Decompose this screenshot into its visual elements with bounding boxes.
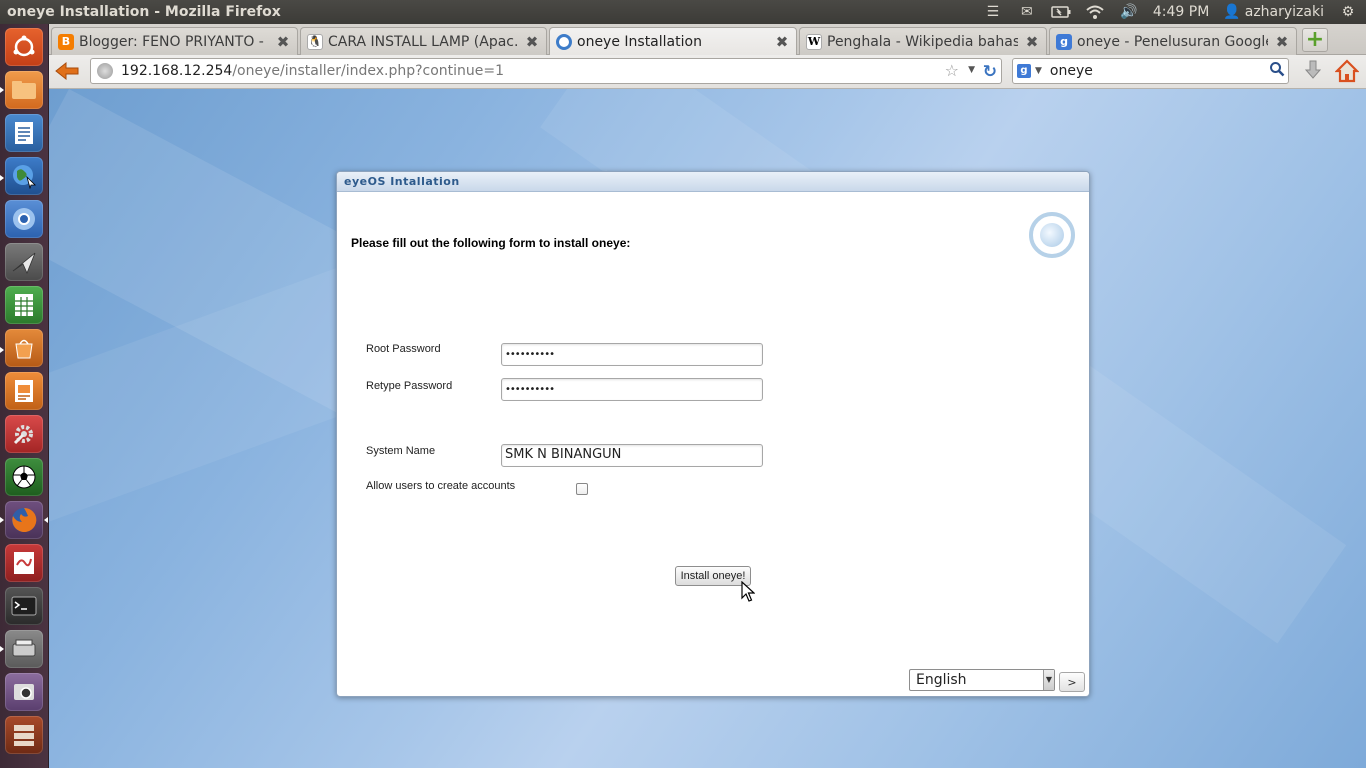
back-button[interactable] [53, 59, 81, 83]
url-bar[interactable]: 192.168.12.254/oneye/installer/index.php… [90, 58, 1002, 84]
language-value: English [916, 672, 967, 688]
close-icon[interactable]: ✖ [1024, 33, 1040, 51]
root-password-label: Root Password [366, 343, 441, 355]
oneye-logo-icon [1029, 212, 1075, 258]
google-icon: g [1056, 33, 1072, 50]
running-indicator [0, 646, 4, 652]
search-icon[interactable] [1266, 61, 1288, 81]
mouse-cursor-icon [741, 581, 755, 602]
wifi-icon[interactable] [1085, 3, 1105, 21]
dialog-title: eyeOS Intallation [337, 172, 1089, 192]
installer-dialog: eyeOS Intallation Please fill out the fo… [336, 171, 1090, 697]
wikipedia-icon: W [806, 33, 822, 50]
tux-icon: 🐧 [307, 33, 323, 50]
page-content: eyeOS Intallation Please fill out the fo… [49, 89, 1366, 768]
tab-title: Blogger: FENO PRIYANTO - ... [79, 33, 269, 50]
tab-title: oneye Installation [577, 34, 702, 50]
scanner-icon[interactable] [5, 630, 43, 668]
browser-globe-icon[interactable] [5, 157, 43, 195]
user-name: azharyizaki [1244, 4, 1324, 20]
evince-icon[interactable] [5, 544, 43, 582]
running-indicator [0, 347, 4, 353]
reload-icon[interactable]: ↻ [983, 62, 997, 82]
tab-lamp[interactable]: 🐧 CARA INSTALL LAMP (Apac... ✖ [300, 27, 547, 55]
tab-blogger[interactable]: B Blogger: FENO PRIYANTO - ... ✖ [51, 27, 298, 55]
close-icon[interactable]: ✖ [774, 33, 790, 51]
search-input[interactable]: oneye [1050, 63, 1266, 79]
volume-icon[interactable]: 🔊 [1119, 3, 1139, 21]
language-select[interactable]: English ▼ [909, 669, 1055, 691]
libreoffice-impress-icon[interactable] [5, 372, 43, 410]
back-arrow-icon [55, 61, 79, 81]
allow-accounts-checkbox[interactable] [576, 483, 588, 495]
launcher [0, 24, 49, 768]
active-indicator [44, 517, 48, 523]
menu-icon[interactable]: ☰ [983, 3, 1003, 21]
url-path: /oneye/installer/index.php?continue=1 [232, 63, 505, 79]
new-tab-button[interactable]: + [1302, 28, 1328, 52]
running-indicator [0, 87, 4, 93]
close-icon[interactable]: ✖ [1274, 33, 1290, 51]
webcam-icon[interactable] [5, 673, 43, 711]
workspaces-icon[interactable] [5, 716, 43, 754]
running-indicator [0, 175, 4, 181]
firefox-icon[interactable] [5, 501, 43, 539]
chromium-icon[interactable] [5, 200, 43, 238]
soccer-game-icon[interactable] [5, 458, 43, 496]
form-heading: Please fill out the following form to in… [351, 236, 631, 250]
gear-icon[interactable]: ⚙ [1338, 3, 1358, 21]
tab-title: oneye - Penelusuran Google [1077, 33, 1268, 50]
close-icon[interactable]: ✖ [524, 33, 540, 51]
tab-title: Penghala - Wikipedia bahas... [827, 33, 1018, 50]
tab-title: CARA INSTALL LAMP (Apac... [328, 33, 518, 50]
window-title: oneye Installation - Mozilla Firefox [7, 4, 281, 20]
tab-bar: B Blogger: FENO PRIYANTO - ... ✖ 🐧 CARA … [49, 24, 1366, 56]
libreoffice-writer-icon[interactable] [5, 114, 43, 152]
software-center-icon[interactable] [5, 329, 43, 367]
close-icon[interactable]: ✖ [275, 33, 291, 51]
system-name-label: System Name [366, 445, 436, 457]
bookmark-star-icon[interactable]: ☆ [945, 61, 959, 80]
plane-app-icon[interactable] [5, 243, 43, 281]
retype-password-field[interactable]: •••••••••• [501, 378, 763, 401]
battery-icon[interactable] [1051, 3, 1071, 21]
search-bar[interactable]: g ▼ oneye [1012, 58, 1289, 84]
home-icon [1334, 59, 1360, 83]
language-next-button[interactable]: > [1059, 672, 1085, 692]
root-password-field[interactable]: •••••••••• [501, 343, 763, 366]
tab-oneye-installation[interactable]: oneye Installation ✖ [549, 27, 797, 56]
install-button[interactable]: Install oneye! [675, 566, 751, 586]
download-button[interactable] [1301, 59, 1325, 83]
system-name-field[interactable]: SMK N BINANGUN [501, 444, 763, 467]
download-arrow-icon [1304, 60, 1322, 79]
plus-icon: + [1305, 27, 1325, 52]
blogger-icon: B [58, 33, 74, 50]
url-host: 192.168.12.254 [121, 63, 233, 79]
tab-wikipedia[interactable]: W Penghala - Wikipedia bahas... ✖ [799, 27, 1047, 55]
dropdown-arrow-icon: ▼ [1043, 670, 1054, 690]
tab-google[interactable]: g oneye - Penelusuran Google ✖ [1049, 27, 1297, 55]
google-icon[interactable]: g [1017, 64, 1031, 78]
allow-accounts-label: Allow users to create accounts [366, 480, 516, 492]
libreoffice-calc-icon[interactable] [5, 286, 43, 324]
mail-icon[interactable]: ✉ [1017, 3, 1037, 21]
navigation-bar: 192.168.12.254/oneye/installer/index.php… [49, 55, 1366, 89]
files-icon[interactable] [5, 71, 43, 109]
indicator-area: ☰ ✉ 🔊 4:49 PM 👤 azharyizaki ⚙ [983, 0, 1366, 24]
history-dropdown-icon[interactable]: ▼ [968, 65, 975, 75]
user-menu[interactable]: 👤 azharyizaki [1223, 4, 1324, 20]
oneye-icon [556, 34, 572, 50]
terminal-icon[interactable] [5, 587, 43, 625]
retype-password-label: Retype Password [366, 380, 453, 392]
ubuntu-dash-icon[interactable] [5, 28, 43, 66]
user-icon: 👤 [1223, 4, 1241, 20]
system-settings-icon[interactable] [5, 415, 43, 453]
home-button[interactable] [1334, 59, 1360, 83]
running-indicator [0, 517, 4, 523]
top-panel: oneye Installation - Mozilla Firefox ☰ ✉… [0, 0, 1366, 24]
clock[interactable]: 4:49 PM [1153, 4, 1209, 20]
engine-dropdown-icon[interactable]: ▼ [1035, 66, 1042, 76]
site-identity-icon[interactable] [97, 63, 113, 79]
